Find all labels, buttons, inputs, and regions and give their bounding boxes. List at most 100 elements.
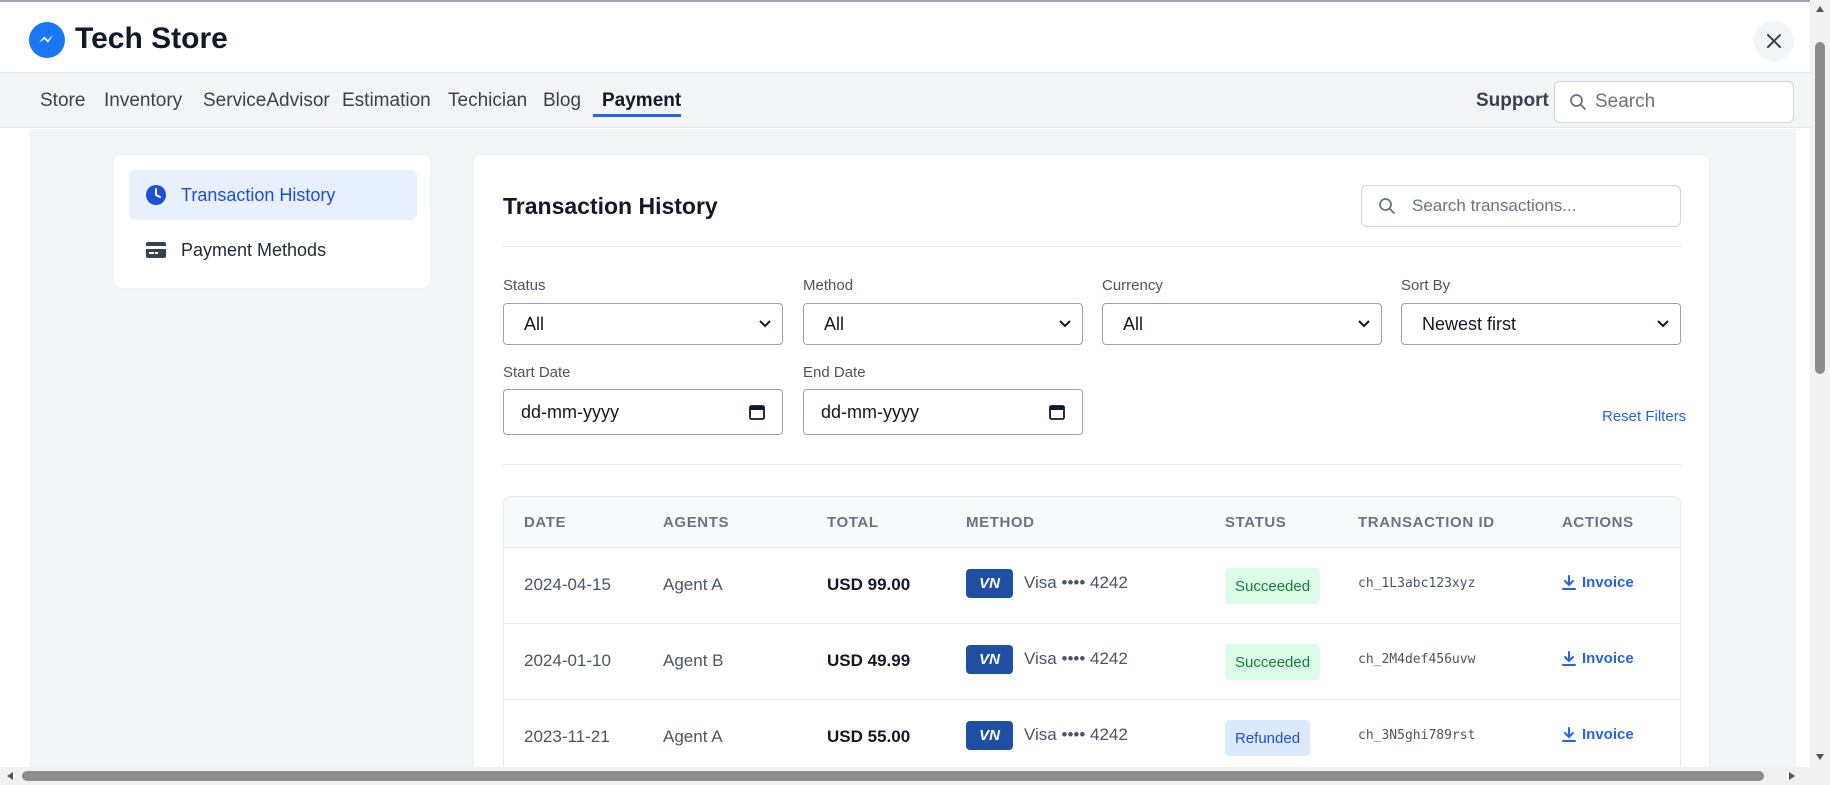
chevron-down-icon [1358,320,1370,328]
table-header: DATE AGENTS TOTAL METHOD STATUS TRANSACT… [504,497,1680,548]
reset-filters-button[interactable]: Reset Filters [1602,408,1686,425]
status-select-value: All [524,313,545,334]
nav-item-estimation[interactable]: Estimation [342,90,431,112]
currency-select[interactable]: All [1102,303,1382,345]
status-badge: Refunded [1225,720,1311,756]
column-header-transaction-id[interactable]: TRANSACTION ID [1358,514,1495,531]
row-date: 2024-04-15 [524,575,611,594]
nav-item-store[interactable]: Store [40,90,85,112]
row-method-text: Visa •••• 4242 [1024,573,1128,592]
column-header-date[interactable]: DATE [524,514,566,531]
download-icon [1562,726,1576,742]
transaction-search-input[interactable] [1412,186,1672,226]
row-transaction-id: ch_1L3abc123xyz [1358,576,1476,591]
chevron-down-icon [1059,320,1071,328]
calendar-icon[interactable] [748,403,766,421]
credit-card-icon [146,242,166,258]
method-select[interactable]: All [803,303,1083,345]
active-nav-indicator [593,114,681,117]
table-row[interactable]: 2024-01-10 Agent B USD 49.99 VN Visa •••… [504,624,1680,700]
sort-select-value: Newest first [1422,313,1517,334]
column-header-status[interactable]: STATUS [1225,514,1286,531]
row-transaction-id: ch_2M4def456uvw [1358,652,1476,667]
divider [503,464,1681,465]
chevron-down-icon [1657,320,1669,328]
row-date: 2023-11-21 [524,727,610,746]
table-row[interactable]: 2024-04-15 Agent A USD 99.00 VN Visa •••… [504,548,1680,624]
end-date-input[interactable]: dd-mm-yyyy [803,389,1083,435]
end-date-label: End Date [803,364,866,381]
row-method-text: Visa •••• 4242 [1024,649,1128,668]
download-icon [1562,574,1576,590]
vertical-scrollbar[interactable] [1810,0,1830,785]
global-search[interactable] [1554,81,1794,123]
search-icon [1379,198,1395,214]
sort-select[interactable]: Newest first [1401,303,1681,345]
page-title: Transaction History [503,193,718,219]
start-date-label: Start Date [503,364,571,381]
invoice-label: Invoice [1582,650,1634,667]
transaction-history-panel: Transaction History Status All Method Al… [473,154,1710,774]
scroll-down-arrow-icon[interactable] [1815,752,1825,762]
start-date-value: dd-mm-yyyy [521,401,619,422]
transactions-table: DATE AGENTS TOTAL METHOD STATUS TRANSACT… [503,496,1681,773]
close-button[interactable] [1754,21,1794,61]
method-select-value: All [824,313,845,334]
status-select[interactable]: All [503,303,783,345]
invoice-button[interactable]: Invoice [1562,726,1634,743]
row-agent: Agent A [663,727,723,746]
nav-bar: Store Inventory ServiceAdvisor Estimatio… [0,72,1810,128]
sort-filter-label: Sort By [1401,277,1451,294]
scroll-up-arrow-icon[interactable] [1815,4,1825,14]
invoice-button[interactable]: Invoice [1562,650,1634,667]
divider [503,246,1681,247]
currency-select-value: All [1123,313,1144,334]
row-date: 2024-01-10 [524,651,611,670]
start-date-input[interactable]: dd-mm-yyyy [503,389,783,435]
visa-card-icon: VN [966,569,1013,598]
row-total: USD 49.99 [827,651,911,670]
row-agent: Agent A [663,575,723,594]
horizontal-scrollbar[interactable] [0,767,1810,785]
chevron-down-icon [759,320,771,328]
sidebar-item-payment-methods[interactable]: Payment Methods [129,225,417,275]
method-filter-label: Method [803,277,854,294]
nav-item-techician[interactable]: Techician [448,90,527,112]
sidebar-item-label: Transaction History [181,184,336,205]
invoice-label: Invoice [1582,726,1634,743]
row-method-text: Visa •••• 4242 [1024,725,1128,744]
nav-item-payment[interactable]: Payment [602,90,681,112]
invoice-label: Invoice [1582,574,1634,591]
scroll-left-arrow-icon[interactable] [5,771,15,781]
messenger-icon[interactable] [29,22,65,58]
column-header-agents[interactable]: AGENTS [663,514,729,531]
scrollbar-corner [1810,767,1830,785]
sidebar-item-transaction-history[interactable]: Transaction History [129,170,417,220]
transaction-search[interactable] [1361,185,1681,227]
download-icon [1562,650,1576,666]
visa-card-icon: VN [966,645,1013,674]
status-filter-label: Status [503,277,546,294]
column-header-total[interactable]: TOTAL [827,514,879,531]
column-header-method[interactable]: METHOD [966,514,1035,531]
scroll-right-arrow-icon[interactable] [1787,771,1797,781]
app-title: Tech Store [75,22,228,55]
nav-item-blog[interactable]: Blog [543,90,581,112]
row-total: USD 99.00 [827,575,911,594]
search-input[interactable] [1595,82,1785,122]
close-icon [1767,34,1781,48]
nav-item-serviceadvisor[interactable]: ServiceAdvisor [203,90,330,112]
calendar-icon[interactable] [1048,403,1066,421]
status-badge: Succeeded [1225,644,1321,680]
column-header-actions: ACTIONS [1562,514,1634,531]
invoice-button[interactable]: Invoice [1562,574,1634,591]
end-date-value: dd-mm-yyyy [821,401,919,422]
vertical-scroll-thumb[interactable] [1815,42,1825,374]
nav-item-inventory[interactable]: Inventory [104,90,182,112]
horizontal-scroll-thumb[interactable] [22,771,1764,781]
app-header: Tech Store [0,0,1810,72]
row-transaction-id: ch_3N5ghi789rst [1358,728,1476,743]
table-row[interactable]: 2023-11-21 Agent A USD 55.00 VN Visa •••… [504,700,1680,773]
status-badge: Succeeded [1225,568,1321,604]
support-link[interactable]: Support [1476,90,1549,112]
